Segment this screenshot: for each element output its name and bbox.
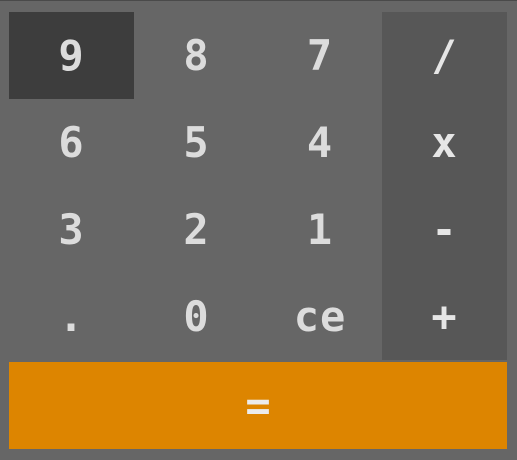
key-divide[interactable]: / bbox=[382, 12, 507, 99]
bottom-border bbox=[0, 450, 517, 460]
key-5[interactable]: 5 bbox=[134, 99, 259, 186]
key-decimal[interactable]: . bbox=[9, 273, 134, 360]
key-9[interactable]: 9 bbox=[9, 12, 134, 99]
calculator: 9 8 7 6 5 4 3 2 1 . 0 ce / x - + = bbox=[0, 0, 517, 460]
key-6[interactable]: 6 bbox=[9, 99, 134, 186]
key-subtract[interactable]: - bbox=[382, 186, 507, 273]
key-multiply[interactable]: x bbox=[382, 99, 507, 186]
keypad: 9 8 7 6 5 4 3 2 1 . 0 ce / x - + bbox=[9, 12, 507, 360]
key-7[interactable]: 7 bbox=[259, 12, 381, 99]
operator-column: / x - + bbox=[382, 12, 507, 360]
number-pad: 9 8 7 6 5 4 3 2 1 . 0 ce bbox=[9, 12, 381, 360]
key-1[interactable]: 1 bbox=[259, 186, 381, 273]
key-2[interactable]: 2 bbox=[134, 186, 259, 273]
equals-button[interactable]: = bbox=[9, 362, 507, 449]
key-0[interactable]: 0 bbox=[134, 273, 259, 360]
key-8[interactable]: 8 bbox=[134, 12, 259, 99]
key-add[interactable]: + bbox=[382, 273, 507, 360]
key-4[interactable]: 4 bbox=[259, 99, 381, 186]
key-clear-entry[interactable]: ce bbox=[259, 273, 381, 360]
key-3[interactable]: 3 bbox=[9, 186, 134, 273]
